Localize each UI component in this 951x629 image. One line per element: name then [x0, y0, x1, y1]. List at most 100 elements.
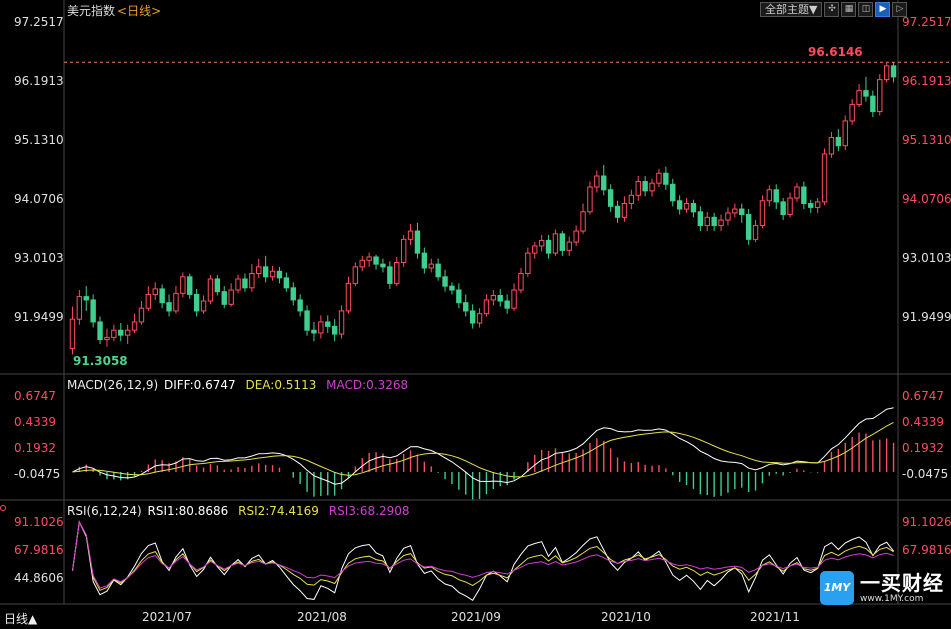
- candle-body: [732, 208, 738, 214]
- candle-body: [663, 172, 669, 185]
- x-axis-label: 2021/08: [297, 610, 347, 624]
- candle-body: [214, 278, 221, 293]
- candle-body: [414, 230, 421, 254]
- candle-body: [380, 263, 386, 268]
- candle-body: [104, 336, 110, 341]
- rsi-title: RSI(6,12,24): [67, 504, 142, 518]
- candle-body: [235, 278, 241, 291]
- candle-body: [387, 266, 393, 284]
- period-switch[interactable]: <日线>: [117, 4, 161, 18]
- candle-body: [193, 293, 200, 312]
- candle-body: [683, 203, 690, 210]
- split-icon[interactable]: ◫: [858, 2, 874, 17]
- theme-select[interactable]: 全部主题▼: [760, 2, 823, 17]
- candle-body: [111, 329, 117, 338]
- candle-body: [497, 295, 503, 302]
- x-axis-label: 2021/07: [142, 610, 192, 624]
- candle-body: [511, 289, 517, 309]
- candle-body: [90, 299, 96, 323]
- candle-body: [545, 239, 552, 254]
- candle-body: [166, 302, 172, 312]
- candle-body: [118, 329, 124, 336]
- chart-toolbar: 全部主题▼ ✣ ▦ ◫ ▶ ▷: [760, 2, 908, 17]
- candle-body: [318, 321, 324, 334]
- candle-body: [532, 245, 538, 254]
- candle-body: [566, 241, 572, 251]
- candle-body: [483, 299, 490, 315]
- candle-body: [76, 296, 83, 320]
- candle-body: [283, 277, 290, 289]
- logo-text: 一买财经 www.1MY.com: [860, 572, 944, 605]
- candle-body: [421, 252, 428, 269]
- candle-body: [580, 211, 586, 232]
- candle-body: [304, 310, 310, 331]
- candle-body: [428, 263, 434, 269]
- rsi1-line: [72, 520, 894, 601]
- macd-axis-right-label: 0.4339: [902, 415, 944, 429]
- candle-body: [607, 189, 614, 207]
- candle-body: [504, 300, 510, 309]
- candle-body: [573, 230, 579, 243]
- candle-body: [276, 270, 283, 279]
- logo-url: www.1MY.com: [860, 593, 924, 604]
- candle-body: [614, 205, 621, 218]
- candle-body: [256, 266, 262, 274]
- price-axis-left-label: 93.0103: [14, 251, 64, 265]
- candle-body: [145, 293, 152, 309]
- candle-body: [325, 321, 331, 327]
- brand-logo: 1MY 一买财经 www.1MY.com: [820, 571, 944, 605]
- candle-body: [773, 189, 779, 203]
- candle-body: [601, 175, 607, 191]
- logo-name: 一买财经: [860, 570, 944, 595]
- x-axis-label: 2021/10: [601, 610, 651, 624]
- candle-body: [787, 197, 793, 216]
- grid-icon[interactable]: ▦: [841, 2, 857, 17]
- candle-body: [490, 295, 497, 301]
- price-axis-right-label: 91.9499: [902, 310, 951, 324]
- candle-body: [187, 276, 193, 295]
- candle-body: [870, 95, 876, 113]
- candle-body: [97, 321, 103, 341]
- macd-title: MACD(26,12,9): [67, 378, 159, 392]
- candle-body: [124, 329, 131, 336]
- candle-body: [745, 214, 752, 240]
- candle-body: [180, 276, 186, 294]
- play-icon[interactable]: ▶: [875, 2, 891, 17]
- price-axis-left-label: 96.1913: [14, 74, 64, 88]
- candle-body: [890, 65, 897, 78]
- price-low-label: 91.3058: [73, 354, 128, 368]
- instrument-title: 美元指数 <日线>: [67, 4, 161, 18]
- candle-body: [587, 186, 593, 213]
- rsi-axis-right-label: 91.1026: [902, 515, 951, 529]
- rsi2-value: RSI2:74.4169: [238, 504, 319, 518]
- candle-body: [469, 310, 476, 324]
- crosshair-icon[interactable]: ✣: [824, 2, 840, 17]
- candle-body: [739, 208, 745, 216]
- candle-body: [801, 186, 807, 205]
- candle-body: [442, 276, 448, 287]
- candle-body: [752, 225, 759, 240]
- candle-body: [262, 266, 269, 278]
- chart-canvas[interactable]: [0, 0, 951, 629]
- candle-body: [821, 153, 828, 203]
- candle-body: [518, 272, 524, 291]
- period-tab[interactable]: 日线▲: [4, 610, 37, 627]
- x-axis-label: 2021/09: [451, 610, 501, 624]
- candle-body: [207, 278, 214, 302]
- candle-body: [359, 259, 365, 268]
- candle-body: [297, 299, 303, 312]
- rsi-legend: RSI(6,12,24) RSI1:80.8686 RSI2:74.4169 R…: [67, 504, 416, 518]
- rsi3-value: RSI3:68.2908: [328, 504, 410, 518]
- macd-axis-right-label: 0.1932: [902, 441, 944, 455]
- candle-body: [311, 329, 317, 334]
- candle-body: [856, 90, 862, 105]
- candle-body: [331, 325, 338, 335]
- candle-body: [649, 182, 655, 192]
- candle-body: [173, 292, 179, 312]
- candle-body: [400, 238, 407, 263]
- candle-body: [152, 288, 158, 295]
- candle-body: [373, 256, 379, 265]
- candle-body: [476, 313, 483, 324]
- candle-body: [704, 216, 710, 227]
- candle-body: [621, 203, 628, 218]
